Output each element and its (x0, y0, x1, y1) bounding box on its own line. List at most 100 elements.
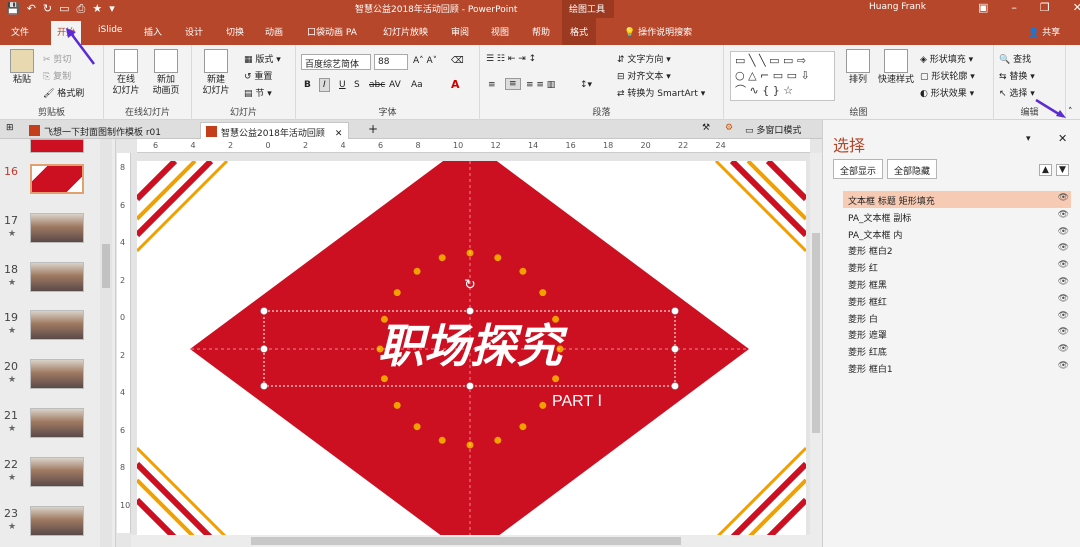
paste-button[interactable]: 粘贴 (4, 49, 40, 86)
move-up-icon[interactable]: ▲ (1039, 164, 1052, 176)
eye-icon[interactable]: 👁 (1058, 210, 1069, 220)
font-color-button[interactable]: A (451, 78, 460, 91)
slide-thumbnail[interactable]: 17 ★ (0, 210, 115, 258)
selection-item[interactable]: PA_文本框 副标 👁 (843, 208, 1071, 225)
selection-item[interactable]: 文本框 标题 矩形填充 👁 (843, 191, 1071, 208)
shape-outline-button[interactable]: ▢ 形状轮廓 ▾ (920, 69, 975, 82)
new-tab-icon[interactable]: ⊞ (6, 123, 14, 133)
shapes-gallery[interactable]: ▭ ╲ ╲ ▭ ▭ ⇨ ○ △ ⌐ ▭ ▭ ⇩ ⌒ ∿ { } ☆ (730, 51, 835, 101)
shape-effects-button[interactable]: ◐ 形状效果 ▾ (920, 86, 974, 99)
eye-icon[interactable]: 👁 (1058, 311, 1069, 321)
settings-icon[interactable]: ⚙ (725, 123, 733, 133)
smartart-button[interactable]: ⇄ 转换为 SmartArt ▾ (617, 86, 705, 99)
eye-icon[interactable]: 👁 (1058, 344, 1069, 354)
layout-button[interactable]: ▦ 版式 ▾ (244, 52, 281, 65)
clear-format-icon[interactable]: ⌫ (451, 56, 464, 66)
hscroll-thumb[interactable] (251, 537, 681, 545)
slide-thumbnail[interactable]: 23 ★ (0, 503, 115, 547)
shadow-button[interactable]: S (354, 80, 360, 90)
format-painter-button[interactable]: 🖌 格式刷 (43, 86, 84, 99)
tab-format[interactable]: 格式 (562, 18, 597, 45)
slide-thumbnail[interactable]: 21 ★ (0, 405, 115, 453)
new-icon[interactable]: ▭ (59, 2, 69, 16)
tab-review[interactable]: 审阅 (451, 25, 469, 38)
eye-icon[interactable]: 👁 (1058, 227, 1069, 237)
print-icon[interactable]: ⎙ (77, 2, 86, 16)
show-all-button[interactable]: 全部显示 (833, 159, 884, 179)
eye-icon[interactable]: 👁 (1058, 327, 1069, 337)
tab-slideshow[interactable]: 幻灯片放映 (383, 25, 428, 38)
replace-button[interactable]: ⇆ 替换 ▾ (999, 69, 1035, 82)
tab-design[interactable]: 设计 (185, 25, 203, 38)
arrange-button[interactable]: 排列 (840, 49, 876, 86)
thumbnail-scrollbar[interactable] (100, 139, 112, 547)
change-case-button[interactable]: Aa (411, 80, 423, 90)
tab-animations[interactable]: 动画 (265, 25, 283, 38)
selection-item[interactable]: 菱形 框白1 👁 (843, 359, 1071, 376)
undo-icon[interactable]: ↶ (27, 2, 36, 16)
minimize-icon[interactable]: – (1011, 1, 1017, 14)
spacing-button[interactable]: AV (389, 80, 401, 90)
underline-button[interactable]: U (339, 80, 346, 90)
slide-thumbnail[interactable]: 22 ★ (0, 454, 115, 502)
eye-icon[interactable]: 👁 (1058, 294, 1069, 304)
italic-button[interactable]: I (319, 78, 330, 92)
vertical-scrollbar[interactable] (810, 153, 822, 535)
multi-window-button[interactable]: ▭ 多窗口模式 (745, 123, 801, 136)
ribbon-display-icon[interactable]: ▣ (978, 1, 988, 14)
tab-file[interactable]: 文件 (11, 25, 29, 38)
eye-icon[interactable]: 👁 (1058, 277, 1069, 287)
eye-icon[interactable]: 👁 (1058, 193, 1069, 203)
selection-item[interactable]: 菱形 红底 👁 (843, 342, 1071, 359)
pane-close-icon[interactable]: ✕ (1058, 132, 1067, 145)
selection-item[interactable]: 菱形 框黑 👁 (843, 275, 1071, 292)
reset-button[interactable]: ↺ 重置 (244, 69, 272, 82)
doc-tab-1[interactable]: 飞想一下封面图制作模板 r01 (24, 122, 167, 139)
bullets-button[interactable]: ☰ ☷ ⇤ ⇥ ↕ (486, 54, 536, 64)
slide-thumbnail[interactable]: 18 ★ (0, 259, 115, 307)
slide-thumbnail[interactable]: 20 ★ (0, 356, 115, 404)
doc-tab-2[interactable]: 智慧公益2018年活动回顾 ✕ (200, 122, 350, 139)
quick-styles-button[interactable]: 快速样式 (876, 49, 916, 86)
text-direction-button[interactable]: ⇵ 文字方向 ▾ (617, 52, 671, 65)
pin-icon[interactable]: ⚒ (702, 123, 710, 133)
selection-item[interactable]: 菱形 红 👁 (843, 258, 1071, 275)
section-button[interactable]: ▤ 节 ▾ (244, 86, 272, 99)
grow-font-button[interactable]: A˄ A˅ (413, 56, 437, 66)
tab-view[interactable]: 视图 (491, 25, 509, 38)
tab-pa[interactable]: 口袋动画 PA (307, 25, 357, 38)
line-spacing-button[interactable]: ↕▾ (580, 80, 592, 90)
strikethrough-button[interactable]: abc (369, 80, 385, 90)
tell-me-search[interactable]: 💡 操作说明搜索 (624, 25, 692, 38)
tab-transitions[interactable]: 切换 (226, 25, 244, 38)
selection-item[interactable]: 菱形 框白2 👁 (843, 241, 1071, 258)
share-button[interactable]: 👤 共享 (1028, 25, 1060, 38)
selection-item[interactable]: 菱形 框红 👁 (843, 292, 1071, 309)
pane-options-icon[interactable]: ▾ (1026, 134, 1031, 144)
online-slides-button[interactable]: 在线 幻灯片 (108, 49, 144, 97)
star-icon[interactable]: ★ (92, 2, 102, 16)
align-left-button[interactable]: ≡ (488, 80, 496, 90)
align-text-button[interactable]: ⊟ 对齐文本 ▾ (617, 69, 671, 82)
selection-item[interactable]: PA_文本框 内 👁 (843, 225, 1071, 242)
horizontal-scrollbar[interactable] (131, 535, 822, 547)
selection-item[interactable]: 菱形 白 👁 (843, 309, 1071, 326)
shape-fill-button[interactable]: ◈ 形状填充 ▾ (920, 52, 973, 65)
vscroll-thumb[interactable] (812, 233, 820, 433)
slide-thumbnail[interactable]: 16 (0, 161, 115, 209)
font-size-combo[interactable]: 88 (374, 54, 408, 70)
more-icon[interactable]: ▾ (109, 2, 115, 16)
close-tab-icon[interactable]: ✕ (335, 129, 343, 139)
eye-icon[interactable]: 👁 (1058, 260, 1069, 270)
find-button[interactable]: 🔍 查找 (999, 52, 1031, 65)
add-tab-icon[interactable]: + (368, 122, 378, 136)
redo-icon[interactable]: ↻ (43, 2, 52, 16)
copy-button[interactable]: ⎘ 复制 (43, 69, 71, 82)
slide-preview-partial[interactable] (30, 139, 84, 153)
tab-insert[interactable]: 插入 (144, 25, 162, 38)
align-right-button[interactable]: ≡ ≡ ▥ (526, 80, 555, 90)
new-slide-button[interactable]: 新建 幻灯片 (198, 49, 234, 97)
tab-help[interactable]: 帮助 (532, 25, 550, 38)
bold-button[interactable]: B (304, 80, 311, 90)
save-icon[interactable]: 💾 (6, 2, 20, 16)
